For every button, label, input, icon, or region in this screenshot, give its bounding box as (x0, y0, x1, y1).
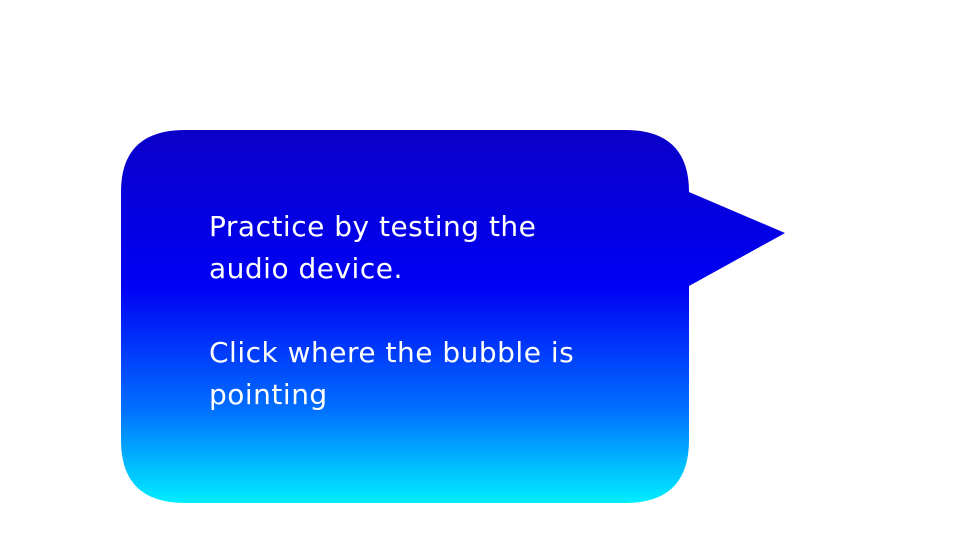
bubble-message: Practice by testing the audio device. Cl… (209, 206, 649, 416)
message-line-2: audio device. (209, 252, 403, 285)
message-line-3: Click where the bubble is (209, 336, 575, 369)
message-line-4: pointing (209, 378, 328, 411)
message-line-1: Practice by testing the (209, 210, 537, 243)
slide-canvas: Practice by testing the audio device. Cl… (0, 0, 960, 540)
bubble-pointer-target[interactable] (740, 213, 786, 253)
